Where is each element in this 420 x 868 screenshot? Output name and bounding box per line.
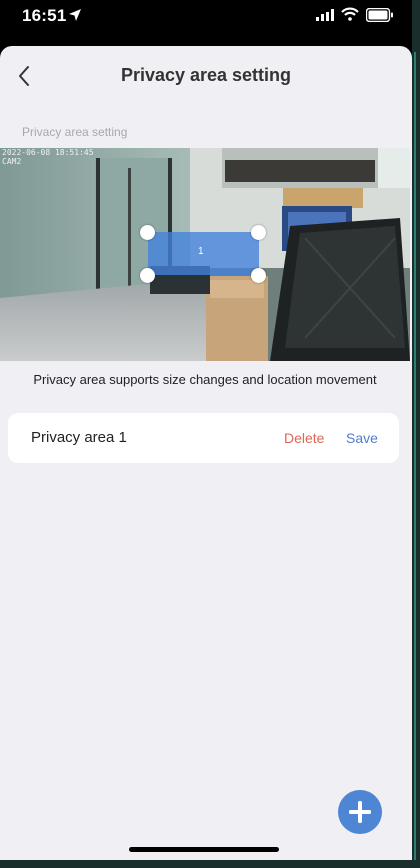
status-time: 16:51 (22, 6, 67, 25)
location-arrow-icon (69, 9, 81, 21)
wifi-icon (341, 7, 359, 21)
resize-handle-top-right[interactable] (251, 225, 266, 240)
nav-bar: Privacy area setting (0, 46, 412, 106)
camera-preview[interactable]: 2022-06-08 18:51:45 CAM2 1 (0, 148, 410, 361)
osd-timestamp: 2022-06-08 18:51:45 (2, 148, 94, 157)
battery-icon (366, 8, 393, 22)
window-edge-line (414, 52, 416, 868)
add-privacy-area-button[interactable] (338, 790, 382, 834)
section-label: Privacy area setting (22, 125, 128, 139)
home-indicator (129, 847, 279, 852)
osd-camera-name: CAM2 (2, 157, 22, 166)
save-button[interactable]: Save (346, 430, 378, 446)
resize-handle-bottom-left[interactable] (140, 268, 155, 283)
privacy-settings-sheet: Privacy area setting Privacy area settin… (0, 46, 412, 860)
privacy-area-hint: Privacy area supports size changes and l… (33, 372, 377, 387)
delete-button[interactable]: Delete (284, 430, 324, 446)
resize-handle-bottom-right[interactable] (251, 268, 266, 283)
resize-handle-top-left[interactable] (140, 225, 155, 240)
window-edge-bottom (0, 860, 420, 868)
cellular-signal-icon (316, 9, 334, 21)
status-bar: 16:51 (0, 0, 420, 44)
plus-icon (349, 801, 371, 823)
privacy-area-name: Privacy area 1 (31, 429, 127, 446)
camera-osd: 2022-06-08 18:51:45 CAM2 (2, 148, 94, 166)
privacy-area-row: Privacy area 1 Delete Save (8, 413, 399, 463)
page-title: Privacy area setting (120, 65, 292, 85)
privacy-area-index: 1 (198, 246, 204, 257)
